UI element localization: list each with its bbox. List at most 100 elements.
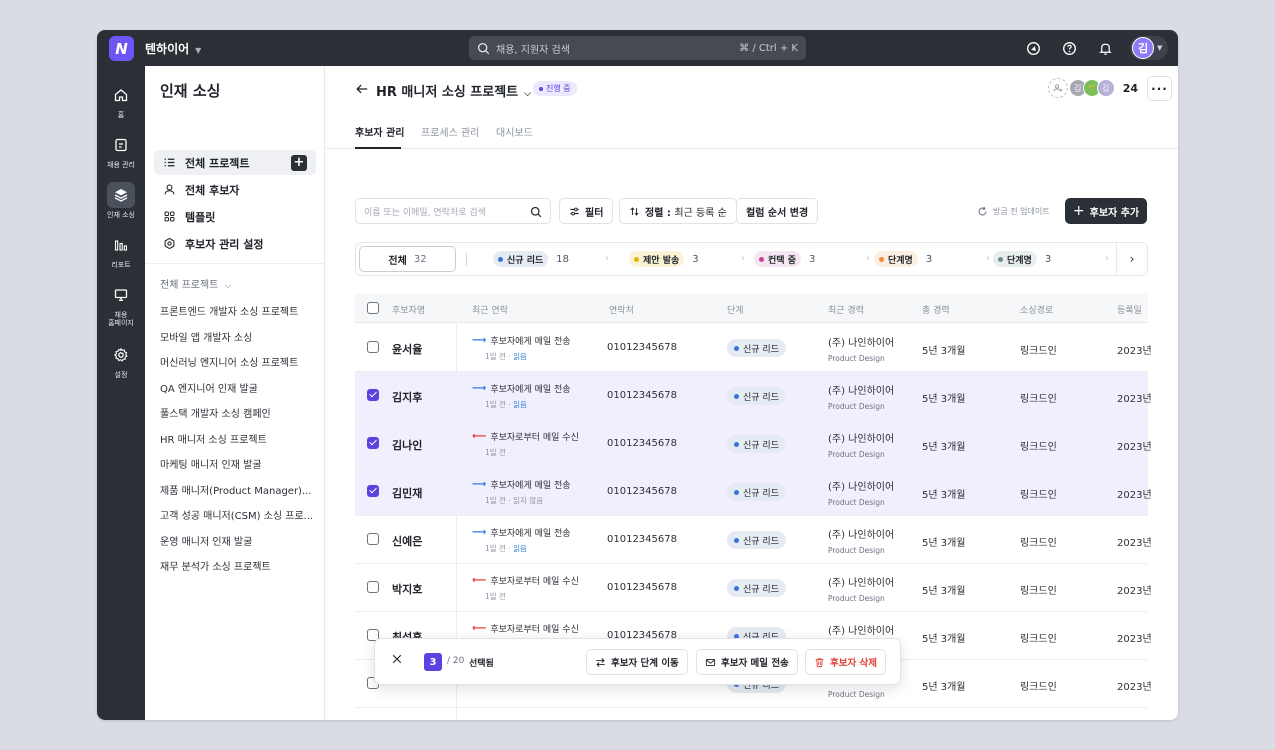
rail-item-sourcing[interactable]: 인재 소싱	[97, 182, 145, 219]
select-all-checkbox[interactable]	[367, 302, 379, 314]
reorder-columns-button[interactable]: 컬럼 순서 변경	[736, 198, 819, 224]
close-icon[interactable]	[391, 653, 403, 668]
user-menu[interactable]: 김 ▼	[1130, 36, 1168, 60]
stage-badge[interactable]: 신규 리드	[727, 435, 786, 453]
stage-filter-item[interactable]: 신규 리드 18	[493, 251, 569, 267]
workspace-switcher[interactable]: 텐하이어 ▼	[145, 40, 201, 57]
sidebar-item-all-candidates[interactable]: 전체 후보자	[154, 177, 316, 202]
table-row[interactable]: 김민재 ⟶ 후보자에게 메일 전송 1일 전 · 읽지 않음 01012345678 신규…	[355, 468, 1152, 516]
stage-badge[interactable]: 신규 리드	[727, 531, 786, 549]
add-project-button[interactable]: +	[291, 155, 307, 171]
stage-filter-item[interactable]: 단계명 3	[993, 251, 1051, 267]
send-mail-button[interactable]: 후보자 메일 전송	[696, 649, 798, 675]
candidate-search-input[interactable]: 이름 또는 이메일, 연락처로 검색	[355, 198, 551, 224]
tab-dashboard[interactable]: 대시보드	[496, 124, 533, 139]
left-rail: 홈 채용 관리 인재 소싱 리포트 채용 홈페이지 설정	[97, 66, 145, 720]
table-row[interactable]: 윤서율 ⟶ 후보자에게 메일 전송 1일 전 · 읽음 01012345678 신규 리드…	[355, 324, 1152, 372]
tab-candidate-management[interactable]: 후보자 관리	[355, 124, 404, 139]
sidebar-project-item[interactable]: QA 엔지니어 인재 발굴	[160, 380, 315, 395]
row-checkbox[interactable]	[367, 341, 379, 353]
sidebar-project-item[interactable]: 재무 분석가 소싱 프로젝트	[160, 558, 315, 573]
help-icon[interactable]	[1058, 37, 1080, 59]
move-stage-button[interactable]: 후보자 단계 이동	[586, 649, 688, 675]
sidebar-project-item[interactable]: 프론트엔드 개발자 소싱 프로젝트	[160, 303, 315, 318]
more-menu-button[interactable]: ···	[1147, 76, 1172, 101]
plus-icon: +	[1072, 203, 1085, 219]
app-logo[interactable]: N	[109, 36, 134, 61]
candidate-name[interactable]: 김민재	[392, 485, 422, 501]
last-contact-cell: ⟶ 후보자에게 메일 전송 1일 전 · 읽음	[472, 335, 571, 361]
sidebar-project-item[interactable]: 운영 매니저 인재 발굴	[160, 533, 315, 548]
back-arrow-icon[interactable]	[355, 82, 369, 99]
chevron-right-icon[interactable]: ›	[1116, 243, 1147, 275]
tab-process-management[interactable]: 프로세스 관리	[421, 124, 479, 139]
global-search-input[interactable]: 채용, 지원자 검색 ⌘ / Ctrl + K	[469, 36, 806, 60]
rail-item-report[interactable]: 리포트	[97, 232, 145, 269]
refresh-status[interactable]: 방금 전 업데이트	[977, 206, 1050, 217]
registered-date: 2023년	[1117, 346, 1152, 357]
row-checkbox[interactable]	[367, 533, 379, 545]
sidebar-project-item[interactable]: 고객 성공 매니저(CSM) 소싱 프로...	[160, 507, 315, 522]
candidate-name[interactable]: 김지후	[392, 389, 422, 405]
row-checkbox[interactable]	[367, 437, 379, 449]
sidebar-project-item[interactable]: 풀스택 개발자 소싱 캠페인	[160, 405, 315, 420]
company-name: (주) 나인하이어	[828, 626, 895, 637]
column-header[interactable]: 소싱경로	[1020, 303, 1053, 316]
bell-icon[interactable]	[1094, 37, 1116, 59]
sidebar-item-all-projects[interactable]: 전체 프로젝트 +	[154, 150, 316, 175]
stage-filter-item[interactable]: 단계명 3	[874, 251, 932, 267]
sidebar-project-item[interactable]: HR 매니저 소싱 프로젝트	[160, 431, 315, 446]
add-candidate-button[interactable]: + 후보자 추가	[1065, 198, 1147, 224]
row-checkbox[interactable]	[367, 581, 379, 593]
candidate-name[interactable]: 신예은	[392, 533, 422, 549]
table-row[interactable]: 김지후 ⟶ 후보자에게 메일 전송 1일 전 · 읽음 01012345678 신규 리드…	[355, 372, 1152, 420]
column-header[interactable]: 최근 연락	[472, 303, 508, 316]
table-row[interactable]: 신하린⟶후보자에게 메일 전송1일 전 · 읽지 않음01012345678신규…	[355, 708, 1148, 720]
sidebar-project-item[interactable]: 제품 매니저(Product Manager)...	[160, 482, 315, 497]
rail-item-career-site[interactable]: 채용 홈페이지	[97, 282, 145, 328]
rail-item-recruiting[interactable]: 채용 관리	[97, 132, 145, 169]
sidebar-project-item[interactable]: 모바일 앱 개발자 소싱	[160, 329, 315, 344]
stage-badge[interactable]: 신규 리드	[727, 387, 786, 405]
table-row[interactable]: 신예은 ⟶ 후보자에게 메일 전송 1일 전 · 읽음 01012345678 신규 리드…	[355, 516, 1152, 564]
rail-item-settings[interactable]: 설정	[97, 342, 145, 379]
stage-badge[interactable]: 신규 리드	[727, 483, 786, 501]
rail-item-home[interactable]: 홈	[97, 82, 145, 119]
status-badge: 진행 중	[533, 81, 577, 96]
column-header[interactable]: 등록일	[1117, 303, 1142, 316]
stage-filter-item[interactable]: 제안 발송 3	[629, 251, 699, 267]
project-members[interactable]: 김 🌱 김 24	[1047, 78, 1138, 98]
stage-badge[interactable]: 신규 리드	[727, 339, 786, 357]
sidebar-project-item[interactable]: 머신러닝 엔지니어 소싱 프로젝트	[160, 354, 315, 369]
sort-icon	[630, 206, 639, 216]
sidebar-item-candidate-settings[interactable]: 후보자 관리 설정	[154, 231, 316, 256]
last-contact-cell: ⟵후보자로부터 메일 수신 1일 전	[472, 430, 579, 458]
delete-candidate-button[interactable]: 후보자 삭제	[805, 649, 887, 675]
filter-button[interactable]: 필터	[559, 198, 614, 224]
candidate-name[interactable]: 윤서율	[392, 341, 422, 357]
column-header[interactable]: 최근 경력	[828, 303, 864, 316]
row-checkbox[interactable]	[367, 389, 379, 401]
page-title[interactable]: HR 매니저 소싱 프로젝트 ⌵	[376, 81, 531, 100]
column-header[interactable]: 총 경력	[922, 303, 950, 316]
column-header[interactable]: 단계	[727, 303, 744, 316]
candidate-name[interactable]: 김나인	[392, 437, 422, 453]
table-row[interactable]: 김나인 ⟵ 후보자로부터 메일 수신 1일 전 01012345678 신규 리드 (주) …	[355, 420, 1152, 468]
avatar: 김	[1132, 37, 1154, 59]
column-header[interactable]: 후보자명	[392, 303, 425, 316]
add-member-icon[interactable]	[1047, 78, 1068, 98]
sidebar-item-label: 후보자 관리 설정	[185, 237, 264, 251]
sidebar-project-item[interactable]: 마케팅 매니저 인재 발굴	[160, 456, 315, 471]
projects-header[interactable]: 전체 프로젝트 ⌵	[160, 276, 231, 291]
chat-icon[interactable]	[1022, 37, 1044, 59]
table-row[interactable]: 박지호 ⟵ 후보자로부터 메일 수신 1일 전 01012345678 신규 리드 (주) …	[355, 564, 1152, 612]
row-checkbox[interactable]	[367, 485, 379, 497]
stage-badge[interactable]: 신규 리드	[727, 579, 786, 597]
candidate-name[interactable]: 박지호	[392, 581, 422, 597]
sidebar-item-templates[interactable]: 템플릿	[154, 204, 316, 229]
column-header[interactable]: 연락처	[609, 303, 634, 316]
workspace-name: 텐하이어	[145, 42, 190, 56]
sort-button[interactable]: 정렬 : 최근 등록 순	[619, 198, 737, 224]
stage-all-button[interactable]: 전체 32	[359, 246, 456, 272]
stage-filter-item[interactable]: 컨택 중 3	[754, 251, 815, 267]
